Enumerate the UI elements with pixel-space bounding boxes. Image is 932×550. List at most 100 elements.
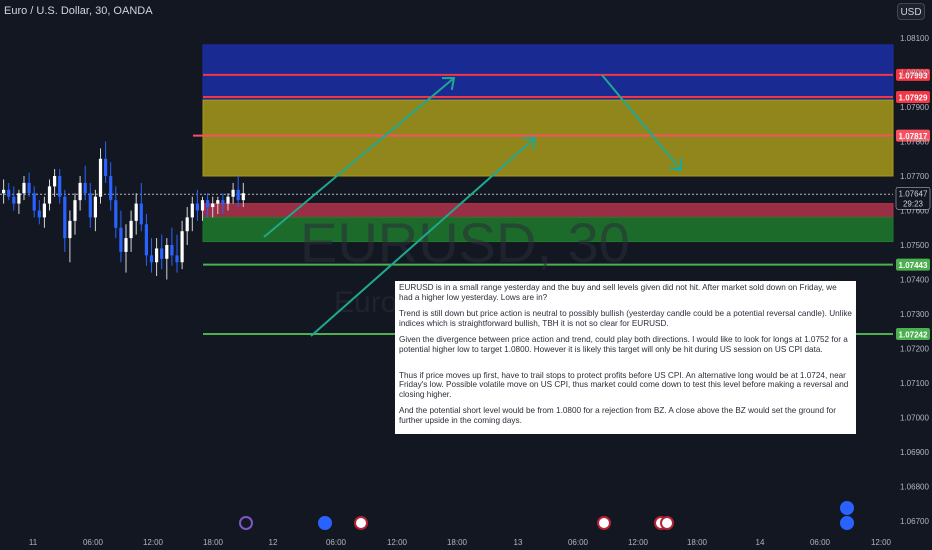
- y-tick-label: 1.07100: [900, 379, 929, 388]
- candle-body: [185, 217, 189, 232]
- x-tick-label: 18:00: [447, 538, 468, 547]
- candle-body: [114, 200, 118, 228]
- symbol-title[interactable]: Euro / U.S. Dollar, 30, OANDA: [4, 5, 153, 17]
- note-paragraph: Given the divergence between price actio…: [399, 335, 848, 354]
- x-tick-label: 11: [29, 538, 38, 547]
- level-price-label: 1.07242: [899, 331, 928, 340]
- x-tick-label: 06:00: [568, 538, 589, 547]
- us-flag-event-icon[interactable]: [597, 516, 611, 530]
- x-tick-label: 06:00: [83, 538, 104, 547]
- candle-body: [22, 182, 26, 194]
- candle-body: [200, 200, 205, 211]
- candle-body: [231, 189, 235, 197]
- x-tick-label: 06:00: [810, 538, 831, 547]
- us-flag-event-icon[interactable]: [354, 516, 368, 530]
- note-paragraph: EURUSD is in a small range yesterday and…: [399, 283, 837, 302]
- y-tick-label: 1.07500: [900, 241, 929, 250]
- candle-body: [63, 196, 67, 239]
- y-tick-label: 1.08000: [900, 69, 929, 78]
- candle-body: [53, 176, 57, 187]
- candle-body: [98, 158, 103, 197]
- x-tick-label: 14: [756, 538, 765, 547]
- x-tick-label: 12:00: [143, 538, 164, 547]
- buy-zone[interactable]: [202, 99, 894, 177]
- candle-body: [139, 203, 143, 225]
- candle-body: [88, 193, 92, 218]
- lightning-event-icon[interactable]: [239, 516, 253, 530]
- candle-body: [170, 245, 174, 256]
- candle-body: [12, 196, 16, 204]
- y-tick-label: 1.07000: [900, 414, 929, 423]
- candle-body: [7, 189, 11, 197]
- supply-zone[interactable]: [202, 44, 894, 101]
- x-tick-label: 12:00: [628, 538, 649, 547]
- candle-body: [206, 200, 210, 208]
- candle-body: [236, 189, 240, 201]
- x-tick-label: 12: [269, 538, 278, 547]
- level-price-label: 1.07929: [899, 93, 928, 102]
- y-tick-label: 1.07300: [900, 310, 929, 319]
- candle-body: [68, 220, 72, 239]
- candle-body: [211, 203, 215, 208]
- note-paragraph: And the potential short level would be f…: [399, 406, 836, 425]
- candle-body: [119, 227, 123, 252]
- candle-body: [160, 248, 164, 259]
- candle-body: [134, 203, 138, 221]
- candle-body: [149, 255, 154, 263]
- x-tick-label: 18:00: [687, 538, 708, 547]
- y-tick-label: 1.07200: [900, 345, 929, 354]
- candle-body: [129, 220, 133, 239]
- analysis-note[interactable]: EURUSD is in a small range yesterday and…: [395, 281, 856, 434]
- candle-body: [226, 196, 230, 204]
- candle-body: [27, 182, 31, 194]
- candle-body: [221, 200, 225, 204]
- candle-body: [109, 176, 113, 201]
- last-price-label: 1.07647: [899, 189, 928, 198]
- candle-body: [78, 182, 82, 201]
- x-tick-label: 12:00: [387, 538, 408, 547]
- currency-button[interactable]: USD: [897, 3, 925, 20]
- candle-body: [17, 193, 21, 204]
- note-paragraph: Thus if price moves up first, have to tr…: [399, 370, 849, 399]
- y-tick-label: 1.07800: [900, 138, 929, 147]
- y-tick-label: 1.07900: [900, 103, 929, 112]
- earnings-event-icon[interactable]: [840, 516, 854, 530]
- earnings-event-icon[interactable]: [318, 516, 332, 530]
- candle-body: [175, 255, 179, 263]
- candle-body: [241, 193, 245, 201]
- y-tick-label: 1.06700: [900, 517, 929, 526]
- candle-body: [124, 238, 128, 252]
- earnings-event-icon[interactable]: [840, 501, 854, 515]
- x-tick-label: 06:00: [326, 538, 347, 547]
- y-tick-label: 1.06900: [900, 448, 929, 457]
- candle-body: [104, 158, 108, 176]
- candle-body: [144, 224, 148, 256]
- countdown-label: 29:23: [903, 199, 924, 208]
- x-tick-label: 18:00: [203, 538, 224, 547]
- candle-body: [32, 193, 36, 211]
- level-price-label: 1.07443: [899, 261, 928, 270]
- candle-body: [155, 248, 159, 263]
- y-tick-label: 1.07700: [900, 172, 929, 181]
- candle-body: [47, 186, 52, 204]
- watermark-symbol: EURUSD, 30: [300, 211, 630, 274]
- price-chart[interactable]: 1.079931.079291.078171.074431.07242 EURU…: [0, 0, 932, 550]
- candle-body: [42, 203, 46, 218]
- candle-body: [37, 210, 41, 218]
- candle-body: [73, 200, 77, 221]
- us-flag-event-icon[interactable]: [660, 516, 674, 530]
- candle-body: [216, 200, 220, 204]
- candle-body: [180, 231, 184, 263]
- x-tick-label: 13: [514, 538, 523, 547]
- candle-body: [165, 245, 169, 259]
- candle-body: [83, 182, 87, 194]
- candle-body: [93, 196, 97, 218]
- candle-body: [58, 176, 62, 197]
- y-tick-label: 1.08100: [900, 34, 929, 43]
- candle-body: [2, 189, 6, 194]
- x-tick-label: 12:00: [871, 538, 892, 547]
- watermark-description: Euro: [334, 286, 397, 319]
- y-tick-label: 1.06800: [900, 483, 929, 492]
- candle-body: [190, 203, 194, 218]
- note-paragraph: Trend is still down but price action is …: [399, 309, 852, 328]
